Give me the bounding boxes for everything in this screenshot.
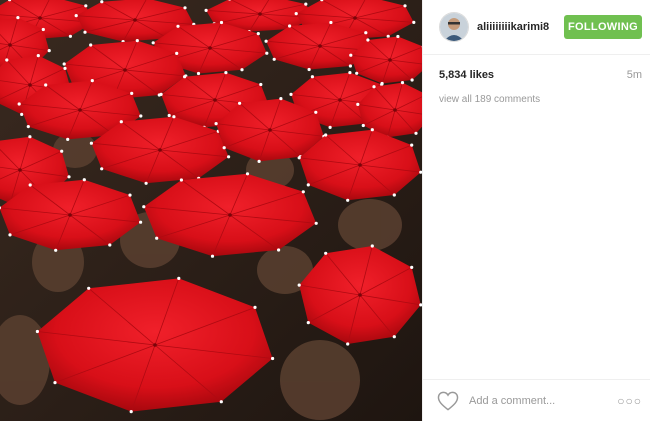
post-timestamp: 5m — [626, 69, 642, 81]
heart-icon[interactable] — [437, 391, 459, 411]
following-button[interactable]: FOLLOWING — [564, 15, 642, 39]
post-image[interactable] — [0, 0, 422, 421]
post-sidebar: aliiiiiiiikarimi8 FOLLOWING 5,834 likes … — [422, 0, 650, 421]
avatar-image — [440, 13, 468, 41]
instagram-post: aliiiiiiiikarimi8 FOLLOWING 5,834 likes … — [0, 0, 650, 421]
post-footer: ○○○ — [423, 379, 650, 421]
comment-input[interactable] — [467, 393, 618, 408]
umbrella-photo — [0, 0, 422, 421]
username[interactable]: aliiiiiiiikarimi8 — [477, 21, 564, 33]
more-options-icon[interactable]: ○○○ — [617, 394, 642, 408]
post-header: aliiiiiiiikarimi8 FOLLOWING — [423, 0, 650, 55]
post-meta: 5,834 likes 5m — [423, 69, 650, 81]
likes-count[interactable]: 5,834 likes — [439, 69, 494, 81]
avatar[interactable] — [439, 12, 469, 42]
view-all-comments-link[interactable]: view all 189 comments — [423, 94, 650, 105]
